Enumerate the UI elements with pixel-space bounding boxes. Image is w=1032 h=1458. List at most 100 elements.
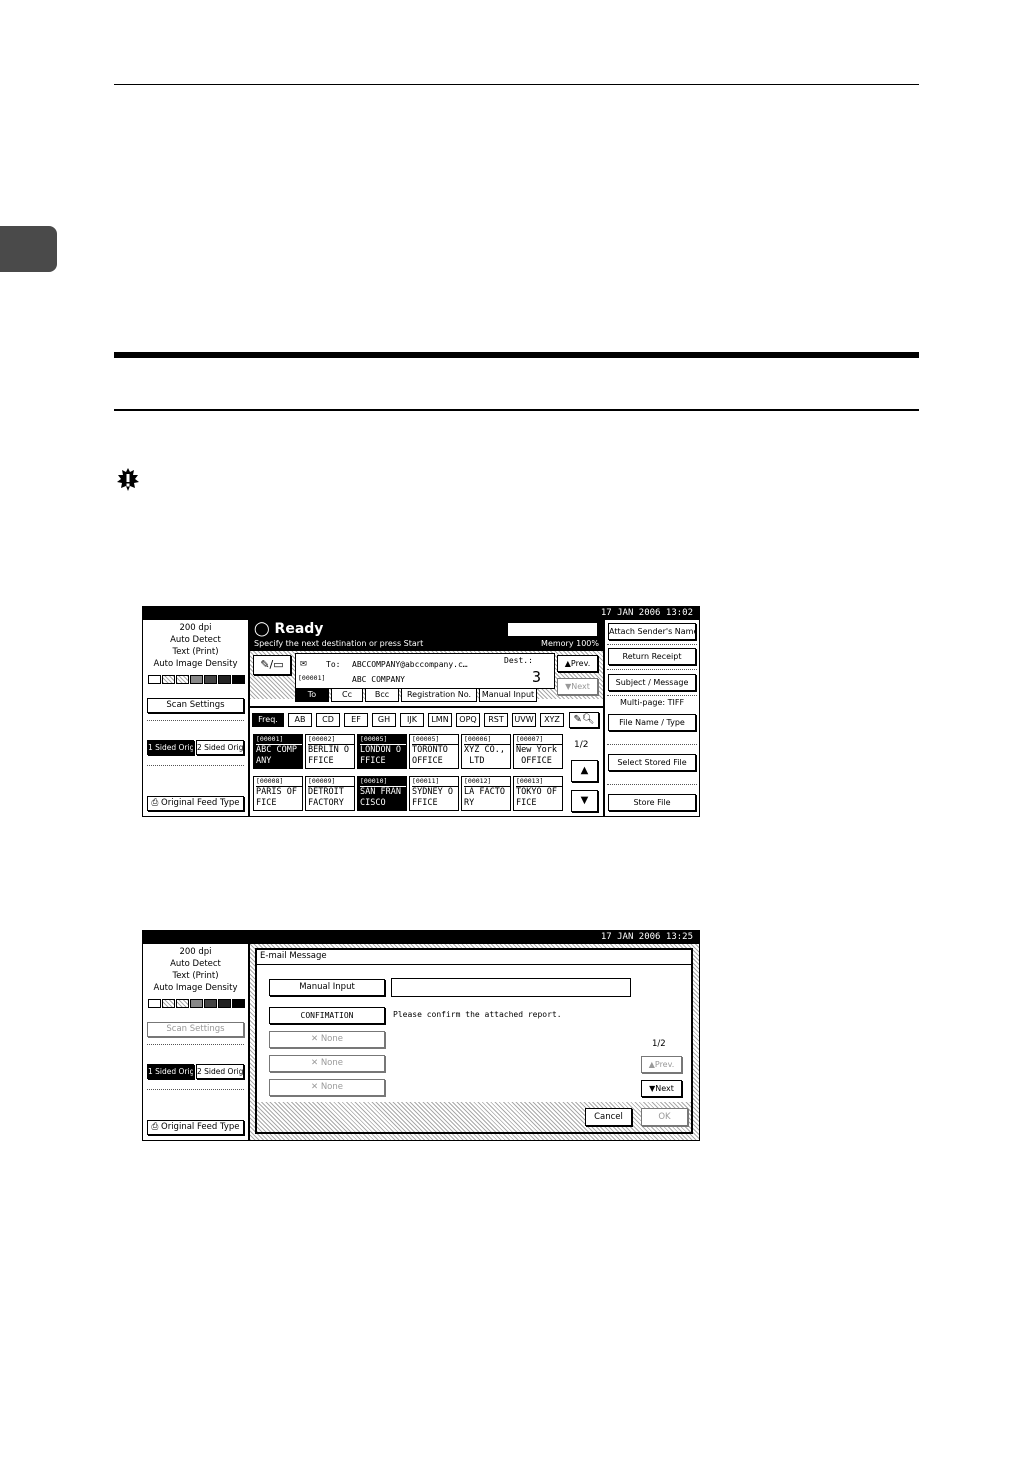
resolution: 200 dpi [179,623,212,633]
index-key-cd[interactable]: CD [316,713,340,727]
tab-registration-no[interactable]: Registration No. [401,688,477,702]
search-destination-button[interactable]: ✎🔍︎ [569,712,599,728]
scanner-screen-ready: 17 JAN 2006 13:02 200 dpi Auto Detect Te… [142,606,700,817]
destination-tile[interactable]: [00012] LA FACTO RY [461,776,511,811]
next-page-button[interactable]: ▼Next [641,1080,682,1097]
return-receipt-button[interactable]: Return Receipt [608,648,696,665]
tile-line1: TORONTO [412,745,448,755]
confirmation-message-button[interactable]: CONFIMATION [269,1007,385,1024]
section-rule-thick [114,352,919,358]
next-destination-button[interactable]: ▼Next [557,678,598,695]
file-name-type-button[interactable]: File Name / Type [608,714,696,731]
tile-num: [00008] [256,777,302,787]
tile-line2: OFFICE [516,756,552,766]
store-file-button[interactable]: Store File [608,794,696,811]
destination-name: ABC COMPANY [352,675,405,684]
density-scale[interactable] [148,675,245,685]
index-key-ef[interactable]: EF [344,713,368,727]
index-key-ab[interactable]: AB [288,713,312,727]
tile-line1: BERLIN O [308,745,349,755]
ready-icon: ◯ [254,621,275,637]
section-rule [114,409,919,411]
left-settings-panel: 200 dpi Auto Detect Text (Print) Auto Im… [143,620,250,816]
destination-tile[interactable]: [00002] BERLIN O FFICE [305,734,355,769]
index-key-ijk[interactable]: IJK [400,713,424,727]
tile-line1: TOKYO OF [516,787,557,797]
tile-num: [00005] [412,735,458,745]
scan-type: Text (Print) [172,971,219,981]
scan-type: Text (Print) [172,647,219,657]
density-scale[interactable] [148,999,245,1009]
message-input[interactable] [391,978,631,997]
email-message-dialog: E-mail Message Manual Input CONFIMATION … [255,948,693,1134]
one-sided-button[interactable]: 1 Sided Orig. [147,740,194,755]
manual-input-button[interactable]: Manual Input [269,979,385,996]
prev-page-button[interactable]: ▲Prev. [641,1056,682,1073]
tile-num: [00012] [464,777,510,787]
index-keys: Freq. AB CD EF GH IJK LMN OPQ RST UVW XYZ [252,713,582,727]
tile-line1: ABC COMP [256,745,297,755]
important-icon [117,468,139,491]
destination-tile[interactable]: [00009] DETROIT FACTORY [305,776,355,811]
index-key-lmn[interactable]: LMN [428,713,452,727]
one-sided-button[interactable]: 1 Sided Orig. [147,1064,194,1079]
ok-button[interactable]: OK [641,1108,688,1126]
main-area: ◯ Ready Specify the next destination or … [250,620,603,816]
destination-tile[interactable]: [00007] New York OFFICE [513,734,563,769]
destination-tile[interactable]: [00011] SYDNEY O FFICE [409,776,459,811]
index-key-opq[interactable]: OPQ [456,713,480,727]
destination-tile[interactable]: [00013] TOKYO OF FICE [513,776,563,811]
tab-cc[interactable]: Cc [331,688,363,702]
scan-settings-button[interactable]: Scan Settings [147,1022,244,1037]
tile-num: [00013] [516,777,562,787]
attach-sender-name-button[interactable]: Attach Sender's Name [608,623,696,640]
subject-message-button[interactable]: Subject / Message [608,674,696,691]
index-key-rst[interactable]: RST [484,713,508,727]
tile-line1: SYDNEY O [412,787,453,797]
message-slot-none-3[interactable]: ✕ None [269,1079,385,1096]
address-book-toggle-button[interactable]: ✎/▭ [253,655,291,675]
tile-num: [00005] [360,735,406,745]
status-title: ◯ Ready [254,621,324,637]
index-key-gh[interactable]: GH [372,713,396,727]
scroll-up-button[interactable]: ▲ [571,760,598,782]
original-feed-type-button[interactable]: ⎙ Original Feed Type [147,1120,244,1135]
triangle-down-icon: ▼ [580,795,589,806]
clock: 17 JAN 2006 13:25 [143,931,699,944]
scan-settings-button[interactable]: Scan Settings [147,698,244,713]
index-key-uvw[interactable]: UVW [512,713,536,727]
tile-num: [00001] [256,735,302,745]
status-prompt: Specify the next destination or press St… [254,639,424,648]
destination-tile[interactable]: [00010] SAN FRAN CISCO [357,776,407,811]
page-indicator: 1/2 [574,740,589,750]
scroll-down-button[interactable]: ▼ [571,790,598,812]
destination-tile[interactable]: [00008] PARIS OF FICE [253,776,303,811]
tile-line2: LTD [464,756,485,766]
scanned-files-status-button[interactable]: Scanned Files Status [507,622,598,637]
prev-destination-button[interactable]: ▲Prev. [557,655,598,672]
tab-bcc[interactable]: Bcc [365,688,399,702]
tile-line2: FFICE [308,756,334,766]
two-sided-button[interactable]: 2 Sided Orig. [196,1064,244,1079]
tile-line2: FICE [516,798,537,808]
two-sided-button[interactable]: 2 Sided Orig. [196,740,244,755]
tile-line1: LA FACTO [464,787,505,797]
tile-num: [00006] [464,735,510,745]
message-slot-none-1[interactable]: ✕ None [269,1031,385,1048]
tab-manual-input[interactable]: Manual Input [479,688,537,702]
index-key-freq[interactable]: Freq. [252,713,284,727]
tile-line2: CISCO [360,798,386,808]
index-key-xyz[interactable]: XYZ [540,713,564,727]
tile-line2: FFICE [360,756,386,766]
destination-tile[interactable]: [00006] XYZ CO., LTD [461,734,511,769]
tab-to[interactable]: To [295,688,329,702]
search-icon: ✎🔍︎ [573,714,595,725]
original-feed-type-button[interactable]: ⎙ Original Feed Type [147,796,244,811]
select-stored-file-button[interactable]: Select Stored File [608,754,696,771]
cancel-button[interactable]: Cancel [585,1108,632,1126]
destination-tile[interactable]: [00001] ABC COMP ANY [253,734,303,769]
destination-tile[interactable]: [00005] LONDON O FFICE [357,734,407,769]
destination-tile[interactable]: [00005] TORONTO OFFICE [409,734,459,769]
tile-line2: FFICE [412,798,438,808]
message-slot-none-2[interactable]: ✕ None [269,1055,385,1072]
